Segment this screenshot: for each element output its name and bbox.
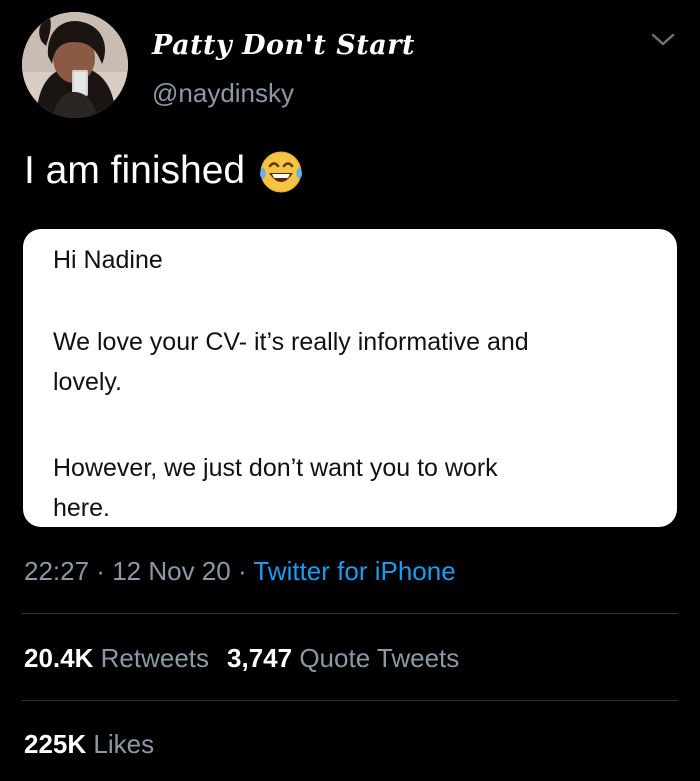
avatar[interactable] — [22, 12, 128, 118]
retweets-label: Retweets — [100, 643, 210, 673]
tweet-header: Patty Don't Start @naydinsky — [22, 12, 682, 120]
media-text-line: here. — [53, 494, 110, 522]
meta-separator: · — [230, 556, 254, 586]
divider — [22, 613, 678, 614]
tweet-meta: 22:27 · 12 Nov 20 · Twitter for iPhone — [24, 556, 456, 587]
quote-tweets-stat[interactable]: 3,747 Quote Tweets — [227, 643, 459, 673]
tweet-body: I am finished — [24, 147, 305, 195]
display-name[interactable]: Patty Don't Start — [152, 30, 415, 61]
media-text-line: Hi Nadine — [53, 246, 163, 274]
tweet-text: I am finished — [24, 149, 246, 192]
chevron-down-icon[interactable] — [650, 30, 676, 50]
media-text-line: We love your CV- it’s really informative… — [53, 328, 529, 356]
meta-separator: · — [89, 556, 113, 586]
quote-tweets-count: 3,747 — [227, 643, 293, 673]
user-handle[interactable]: @naydinsky — [152, 78, 294, 109]
retweets-stat[interactable]: 20.4K Retweets — [24, 643, 209, 673]
tweet-time[interactable]: 22:27 — [24, 556, 89, 586]
face-with-tears-of-joy-icon — [257, 147, 305, 195]
quote-tweets-label: Quote Tweets — [299, 643, 460, 673]
media-text-line: However, we just don’t want you to work — [53, 454, 498, 482]
likes-count: 225K — [24, 729, 87, 759]
likes-stat[interactable]: 225K Likes — [24, 729, 154, 759]
tweet-detail: Patty Don't Start @naydinsky I am finish… — [0, 0, 700, 781]
avatar-photo-icon — [22, 12, 128, 118]
tweet-image[interactable]: Hi Nadine We love your CV- it’s really i… — [23, 229, 677, 527]
likes-stats: 225K Likes — [24, 729, 154, 760]
likes-label: Likes — [93, 729, 155, 759]
divider — [22, 700, 678, 701]
engagement-stats: 20.4K Retweets 3,747 Quote Tweets — [24, 643, 459, 674]
tweet-date[interactable]: 12 Nov 20 — [112, 556, 231, 586]
tweet-source-link[interactable]: Twitter for iPhone — [253, 556, 455, 586]
retweets-count: 20.4K — [24, 643, 94, 673]
media-text-line: lovely. — [53, 368, 123, 396]
